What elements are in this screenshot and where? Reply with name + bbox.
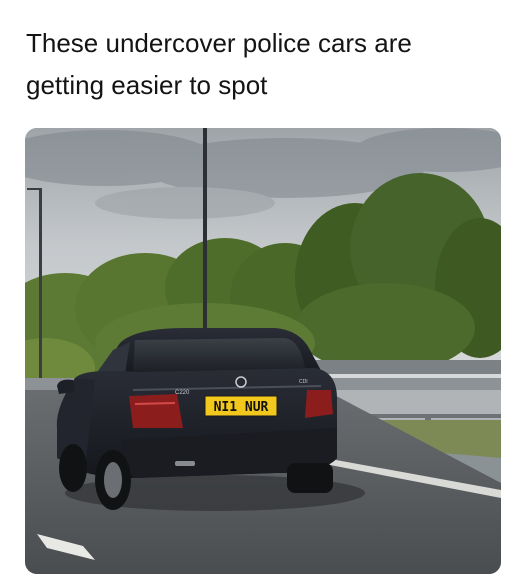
plate-text: NI1 NUR bbox=[214, 400, 269, 415]
post-caption: These undercover police cars are getting… bbox=[26, 22, 506, 106]
caption-line-1: These undercover police cars are bbox=[26, 28, 412, 58]
tail-light-right bbox=[305, 390, 333, 418]
engine-badge: CDI bbox=[299, 379, 308, 385]
model-badge: C220 bbox=[175, 390, 190, 396]
post-photo[interactable]: NI1 NUR C220 CDI bbox=[25, 128, 501, 574]
caption-line-2: getting easier to spot bbox=[26, 70, 268, 100]
tail-light-left bbox=[129, 394, 183, 428]
car-photo-illustration: NI1 NUR C220 CDI bbox=[25, 128, 501, 574]
